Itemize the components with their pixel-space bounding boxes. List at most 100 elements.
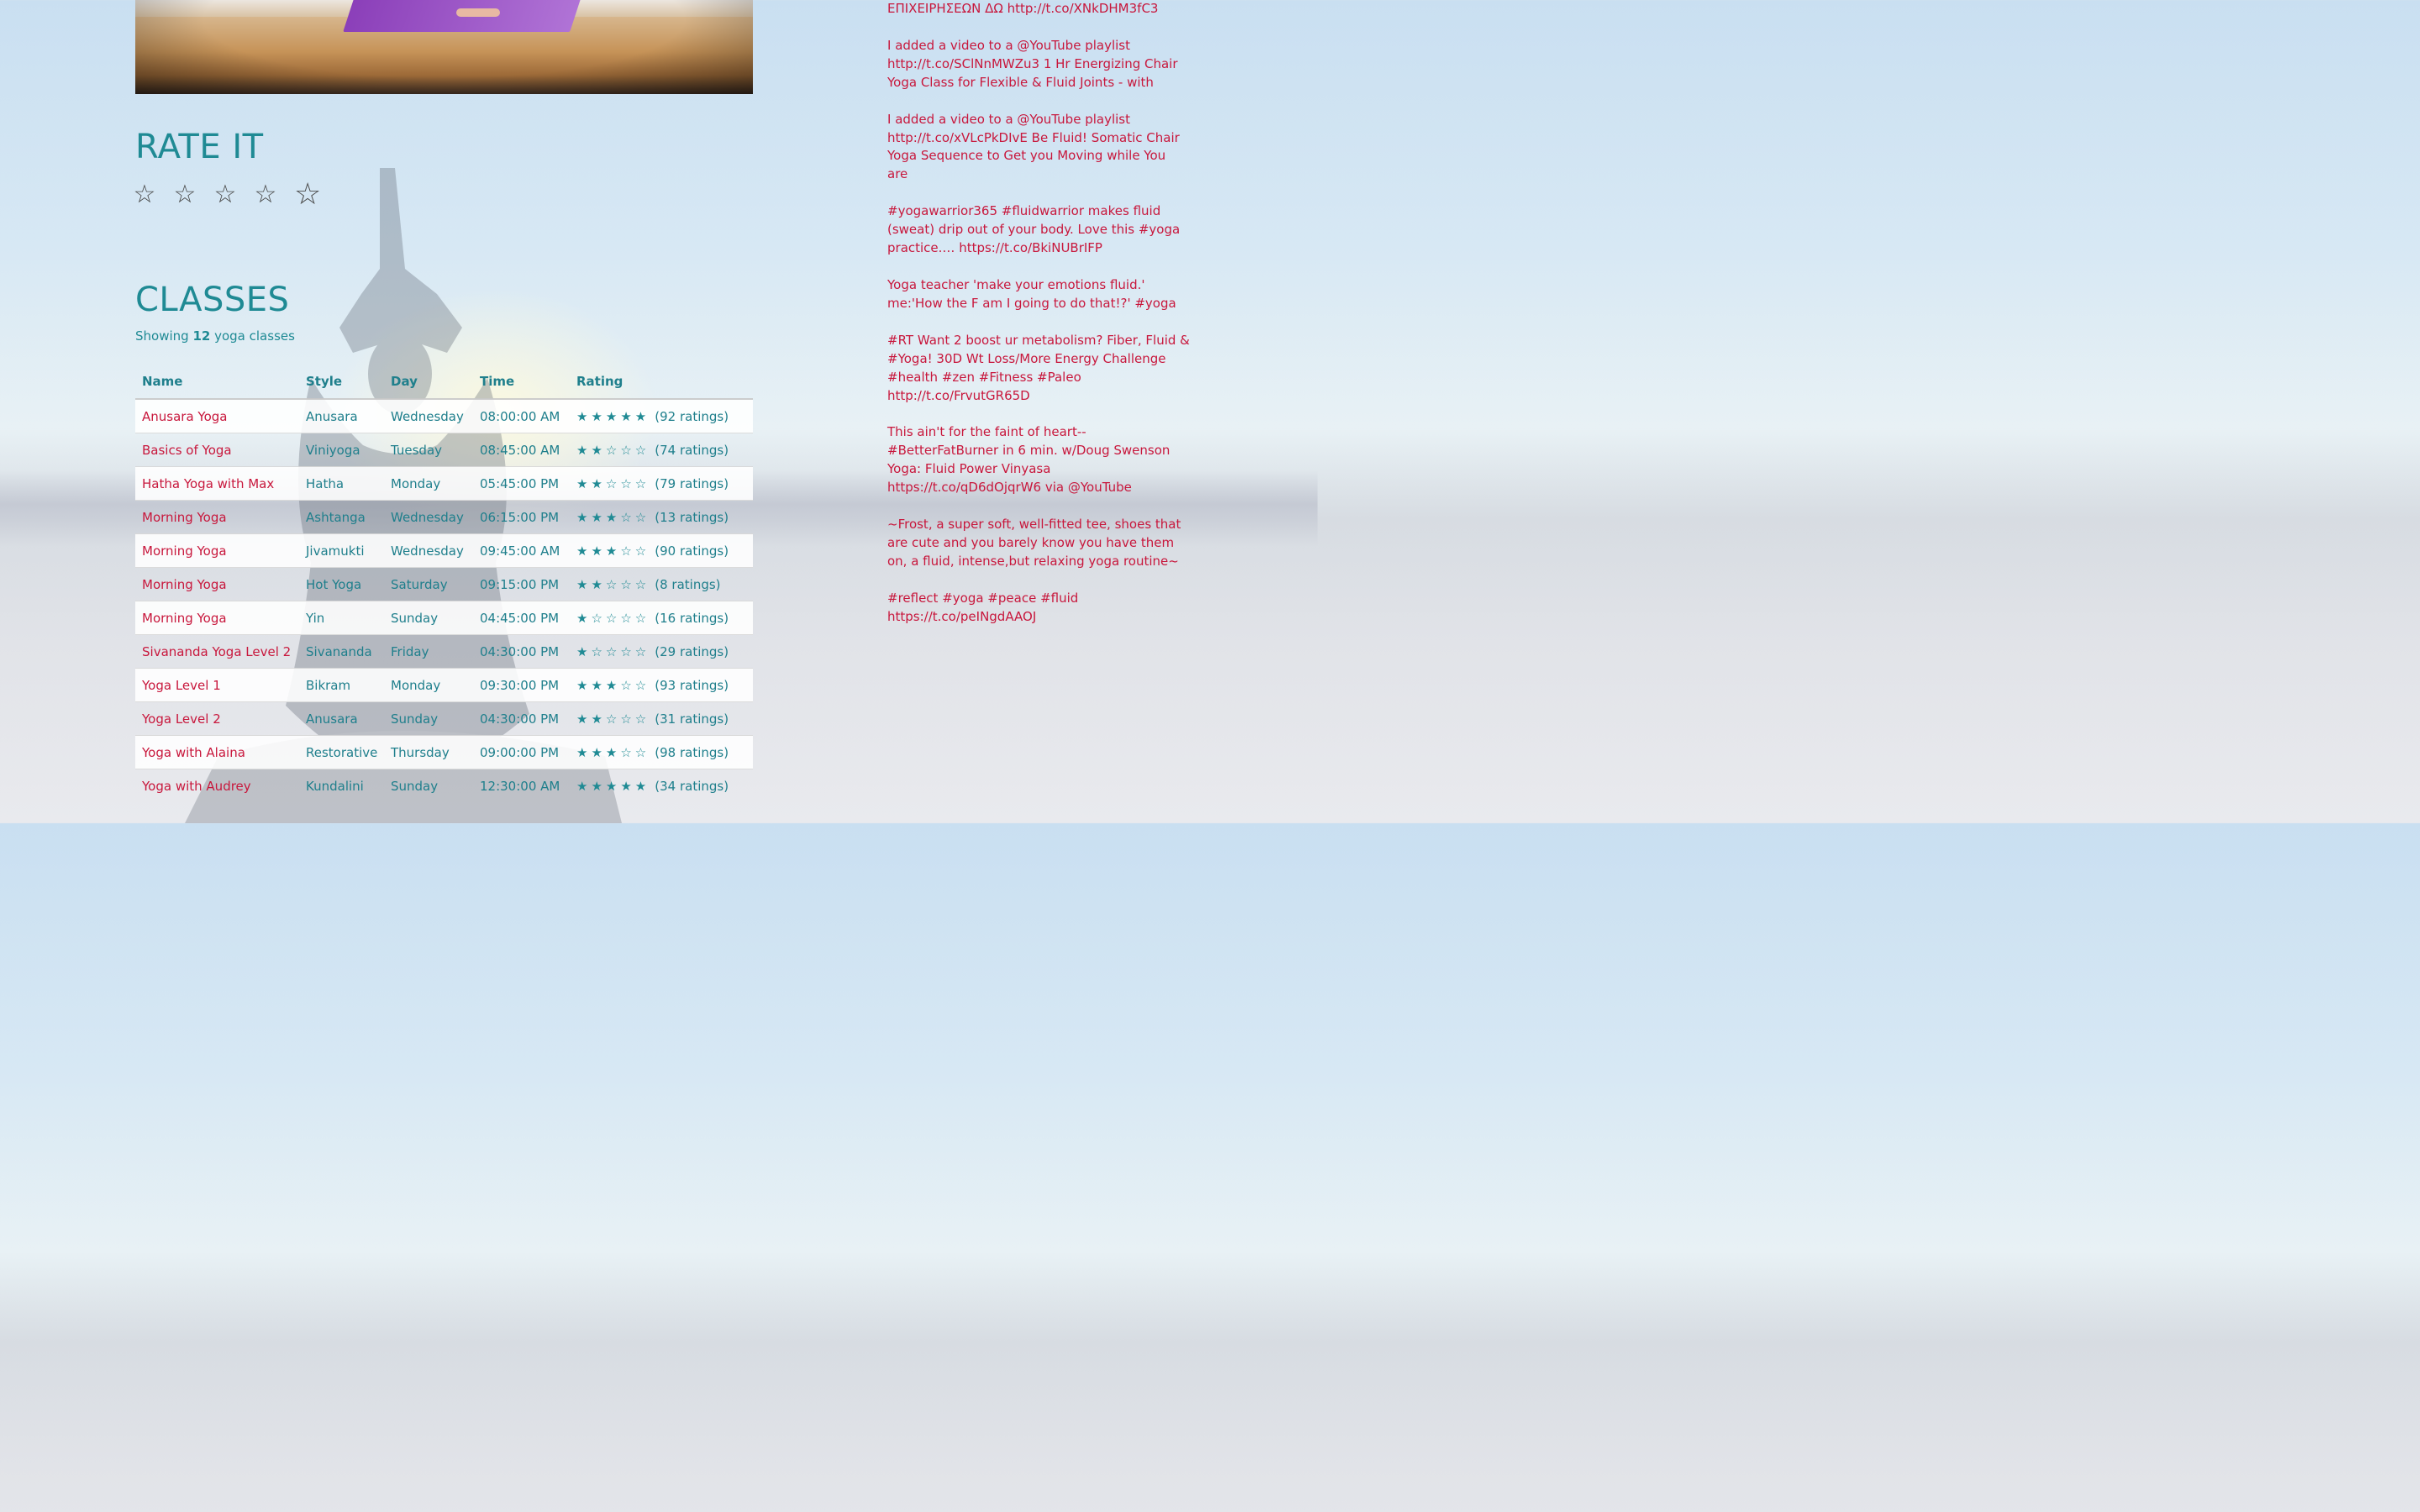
class-name-link[interactable]: Morning Yoga bbox=[135, 533, 299, 568]
table-row[interactable]: Yoga with Audrey Kundalini Sunday 12:30:00 … bbox=[135, 769, 753, 802]
classes-table: Name Style Day Time Rating Anusara Yoga A… bbox=[135, 365, 753, 802]
rating-count: (74 ratings) bbox=[655, 442, 729, 458]
table-row[interactable]: Yoga with Alaina Restorative Thursday 09:00… bbox=[135, 735, 753, 769]
column-header-style[interactable]: Style bbox=[299, 365, 384, 400]
class-name-link[interactable]: Anusara Yoga bbox=[135, 398, 299, 433]
rating-stars-icon: ★☆☆☆☆ bbox=[576, 643, 650, 659]
class-time: 08:45:00 AM bbox=[473, 433, 570, 467]
class-day: Sunday bbox=[384, 601, 473, 635]
rating-count: (93 ratings) bbox=[655, 677, 729, 693]
class-day: Wednesday bbox=[384, 398, 473, 433]
column-header-name[interactable]: Name bbox=[135, 365, 299, 400]
class-time: 04:30:00 PM bbox=[473, 701, 570, 736]
class-day: Sunday bbox=[384, 701, 473, 736]
class-style: Sivananda bbox=[299, 634, 384, 669]
rating-count: (16 ratings) bbox=[655, 610, 729, 626]
rating-count: (13 ratings) bbox=[655, 509, 729, 525]
class-name-link[interactable]: Yoga Level 1 bbox=[135, 668, 299, 702]
rating-stars-icon: ★★★☆☆ bbox=[576, 509, 650, 525]
showing-suffix: yoga classes bbox=[214, 328, 295, 344]
table-row[interactable]: Yoga Level 1 Bikram Monday 09:30:00 PM ★★★☆☆… bbox=[135, 668, 753, 702]
class-rating: ★★★☆☆ (98 ratings) bbox=[570, 735, 753, 769]
class-day: Tuesday bbox=[384, 433, 473, 467]
rating-stars-icon: ★★★☆☆ bbox=[576, 744, 650, 760]
tweet-text[interactable]: I added a video to a @YouTube playlist h… bbox=[887, 37, 1190, 92]
class-name-link[interactable]: Basics of Yoga bbox=[135, 433, 299, 467]
class-day: Wednesday bbox=[384, 533, 473, 568]
rate-it-heading: RATE IT bbox=[135, 128, 264, 166]
rating-count: (34 ratings) bbox=[655, 778, 729, 794]
column-header-day[interactable]: Day bbox=[384, 365, 473, 400]
class-rating: ★★☆☆☆ (31 ratings) bbox=[570, 701, 753, 736]
class-name-link[interactable]: Yoga with Alaina bbox=[135, 735, 299, 769]
class-style: Ashtanga bbox=[299, 500, 384, 534]
table-row[interactable]: Morning Yoga Hot Yoga Saturday 09:15:00 PM ★… bbox=[135, 567, 753, 601]
class-rating: ★★☆☆☆ (74 ratings) bbox=[570, 433, 753, 467]
table-row[interactable]: Basics of Yoga Viniyoga Tuesday 08:45:00 AM… bbox=[135, 433, 753, 467]
tweet-text[interactable]: ΕΠΙΧΕΙΡΗΣΕΩΝ ΔΩ http://t.co/XNkDHM3fC3 bbox=[887, 0, 1190, 18]
class-style: Yin bbox=[299, 601, 384, 635]
showing-count-text: Showing 12 yoga classes bbox=[135, 328, 295, 344]
class-rating: ★☆☆☆☆ (29 ratings) bbox=[570, 634, 753, 669]
class-name-link[interactable]: Morning Yoga bbox=[135, 601, 299, 635]
class-rating: ★★★☆☆ (13 ratings) bbox=[570, 500, 753, 534]
class-name-link[interactable]: Sivananda Yoga Level 2 bbox=[135, 634, 299, 669]
tweet-text[interactable]: #reflect #yoga #peace #fluid https://t.c… bbox=[887, 590, 1190, 627]
rating-stars-icon: ★★☆☆☆ bbox=[576, 576, 650, 592]
tweet-text[interactable]: ~Frost, a super soft, well-fitted tee, s… bbox=[887, 516, 1190, 571]
table-row[interactable]: Anusara Yoga Anusara Wednesday 08:00:00 AM ★… bbox=[135, 398, 753, 433]
tweet-text[interactable]: #RT Want 2 boost ur metabolism? Fiber, F… bbox=[887, 332, 1190, 406]
table-row[interactable]: Morning Yoga Jivamukti Wednesday 09:45:00 A… bbox=[135, 533, 753, 568]
rating-stars-icon: ★☆☆☆☆ bbox=[576, 610, 650, 626]
column-header-rating[interactable]: Rating bbox=[570, 365, 753, 400]
class-style: Hot Yoga bbox=[299, 567, 384, 601]
table-row[interactable]: Yoga Level 2 Anusara Sunday 04:30:00 PM ★★☆☆… bbox=[135, 701, 753, 736]
tweet-text[interactable]: This ain't for the faint of heart--#Bett… bbox=[887, 423, 1190, 497]
rate-star-3-icon[interactable]: ☆ bbox=[213, 178, 237, 212]
rating-stars-icon: ★★★★★ bbox=[576, 778, 650, 794]
rate-star-5-icon[interactable]: ☆ bbox=[294, 178, 321, 212]
rating-count: (8 ratings) bbox=[655, 576, 721, 592]
class-name-link[interactable]: Yoga with Audrey bbox=[135, 769, 299, 802]
class-style: Kundalini bbox=[299, 769, 384, 802]
class-style: Viniyoga bbox=[299, 433, 384, 467]
class-name-link[interactable]: Hatha Yoga with Max bbox=[135, 466, 299, 501]
rate-star-4-icon[interactable]: ☆ bbox=[254, 178, 277, 212]
rating-stars-icon: ★★★★★ bbox=[576, 408, 650, 424]
table-row[interactable]: Sivananda Yoga Level 2 Sivananda Friday 04:… bbox=[135, 634, 753, 669]
table-row[interactable]: Morning Yoga Ashtanga Wednesday 06:15:00 PM… bbox=[135, 500, 753, 534]
class-rating: ★☆☆☆☆ (16 ratings) bbox=[570, 601, 753, 635]
class-rating: ★★☆☆☆ (8 ratings) bbox=[570, 567, 753, 601]
rating-stars-icon: ★★★☆☆ bbox=[576, 677, 650, 693]
tweet-text[interactable]: Yoga teacher 'make your emotions fluid.'… bbox=[887, 276, 1190, 313]
rate-stars[interactable]: ☆ ☆ ☆ ☆ ☆ bbox=[133, 178, 322, 212]
class-day: Sunday bbox=[384, 769, 473, 802]
rating-count: (98 ratings) bbox=[655, 744, 729, 760]
class-time: 04:45:00 PM bbox=[473, 601, 570, 635]
class-day: Monday bbox=[384, 668, 473, 702]
tweet-text[interactable]: #yogawarrior365 #fluidwarrior makes flui… bbox=[887, 202, 1190, 258]
rating-count: (29 ratings) bbox=[655, 643, 729, 659]
class-name-link[interactable]: Morning Yoga bbox=[135, 567, 299, 601]
column-header-time[interactable]: Time bbox=[473, 365, 570, 400]
class-rating: ★★★☆☆ (90 ratings) bbox=[570, 533, 753, 568]
rating-stars-icon: ★★☆☆☆ bbox=[576, 711, 650, 727]
class-name-link[interactable]: Morning Yoga bbox=[135, 500, 299, 534]
class-name-link[interactable]: Yoga Level 2 bbox=[135, 701, 299, 736]
class-rating: ★★★★★ (92 ratings) bbox=[570, 398, 753, 433]
class-time: 06:15:00 PM bbox=[473, 500, 570, 534]
class-time: 12:30:00 AM bbox=[473, 769, 570, 802]
class-style: Anusara bbox=[299, 701, 384, 736]
class-time: 09:15:00 PM bbox=[473, 567, 570, 601]
rate-star-1-icon[interactable]: ☆ bbox=[133, 178, 156, 212]
rate-star-2-icon[interactable]: ☆ bbox=[173, 178, 197, 212]
table-row[interactable]: Hatha Yoga with Max Hatha Monday 05:45:00 P… bbox=[135, 466, 753, 501]
showing-prefix: Showing bbox=[135, 328, 189, 344]
table-row[interactable]: Morning Yoga Yin Sunday 04:45:00 PM ★☆☆☆☆ (16… bbox=[135, 601, 753, 635]
rating-stars-icon: ★★★☆☆ bbox=[576, 543, 650, 559]
tweet-text[interactable]: I added a video to a @YouTube playlist h… bbox=[887, 111, 1190, 185]
classes-heading: CLASSES bbox=[135, 281, 290, 319]
rating-count: (92 ratings) bbox=[655, 408, 729, 424]
rating-stars-icon: ★★☆☆☆ bbox=[576, 475, 650, 491]
class-day: Wednesday bbox=[384, 500, 473, 534]
